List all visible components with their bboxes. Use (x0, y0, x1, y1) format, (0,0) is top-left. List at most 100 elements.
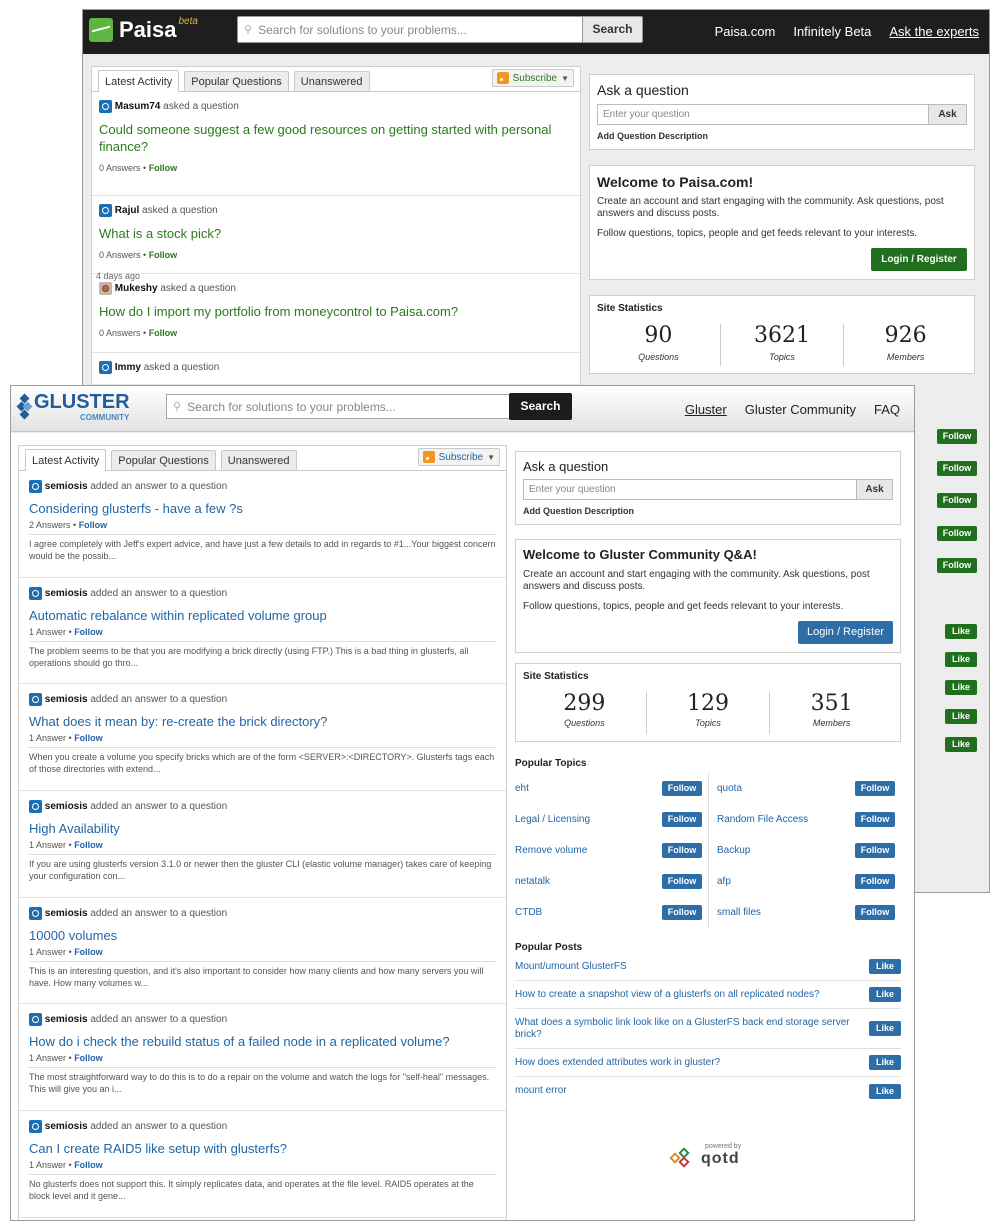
topic-link[interactable]: Random File Access (717, 814, 808, 825)
topic-link[interactable]: Legal / Licensing (515, 814, 590, 825)
user-name[interactable]: semiosis (45, 695, 88, 706)
follow-link[interactable]: Follow (79, 520, 108, 530)
follow-button[interactable]: Follow (662, 843, 702, 858)
question-link[interactable]: High Availability (29, 820, 496, 837)
like-button[interactable]: Like (869, 959, 901, 974)
nav-link-infinitely-beta[interactable]: Infinitely Beta (793, 24, 871, 39)
question-link[interactable]: What is a stock pick? (99, 225, 573, 242)
like-button[interactable]: Like (869, 1083, 901, 1099)
user-name[interactable]: Rajul (115, 205, 139, 216)
tab-latest-activity[interactable]: Latest Activity (98, 70, 180, 92)
like-button[interactable]: Like (945, 737, 977, 752)
answer-count[interactable]: 0 Answers (99, 328, 141, 338)
like-button[interactable]: Like (945, 709, 977, 724)
follow-button[interactable]: Follow (855, 874, 895, 889)
paisa-logo[interactable]: Paisa beta (89, 16, 202, 43)
search-button[interactable]: Search (582, 16, 643, 43)
nav-link-gluster[interactable]: Gluster (685, 402, 727, 417)
question-input[interactable]: Enter your question (597, 104, 929, 125)
user-name[interactable]: semiosis (45, 481, 88, 492)
follow-link[interactable]: Follow (74, 1053, 103, 1063)
follow-button[interactable]: Follow (662, 812, 702, 827)
like-button[interactable]: Like (945, 652, 977, 667)
answer-count[interactable]: 1 Answer (29, 627, 66, 637)
topic-link[interactable]: Backup (717, 845, 750, 856)
user-name[interactable]: semiosis (45, 1015, 88, 1026)
topic-link[interactable]: Remove volume (515, 845, 587, 856)
nav-link-ask-experts[interactable]: Ask the experts (889, 24, 979, 39)
follow-button[interactable]: Follow (855, 843, 895, 858)
login-register-button[interactable]: Login / Register (798, 621, 893, 644)
answer-count[interactable]: 1 Answer (29, 1053, 66, 1063)
follow-button[interactable]: Follow (937, 493, 977, 508)
search-input[interactable]: ⚲ Search for solutions to your problems.… (237, 16, 641, 43)
add-description-link[interactable]: Add Question Description (523, 506, 893, 516)
user-name[interactable]: semiosis (45, 588, 88, 599)
answer-count[interactable]: 1 Answer (29, 840, 66, 850)
user-name[interactable]: Mukeshy (115, 283, 158, 294)
topic-link[interactable]: CTDB (515, 907, 542, 918)
follow-button[interactable]: Follow (937, 526, 977, 541)
follow-button[interactable]: Follow (662, 905, 702, 920)
nav-link-gluster-community[interactable]: Gluster Community (745, 402, 856, 417)
topic-link[interactable]: small files (717, 907, 761, 918)
question-link[interactable]: How do i check the rebuild status of a f… (29, 1033, 496, 1050)
follow-button[interactable]: Follow (662, 874, 702, 889)
subscribe-button[interactable]: Subscribe ▼ (491, 69, 574, 87)
user-name[interactable]: semiosis (45, 801, 88, 812)
follow-link[interactable]: Follow (74, 947, 103, 957)
tab-unanswered[interactable]: Unanswered (220, 450, 297, 470)
topic-link[interactable]: afp (717, 876, 731, 887)
question-link[interactable]: How do I import my portfolio from moneyc… (99, 303, 573, 320)
follow-link[interactable]: Follow (74, 1160, 103, 1170)
follow-button[interactable]: Follow (937, 429, 977, 444)
powered-by-qotd[interactable]: powered by qotd (515, 1143, 901, 1173)
ask-button[interactable]: Ask (857, 479, 893, 500)
topic-link[interactable]: netatalk (515, 876, 550, 887)
follow-button[interactable]: Follow (937, 558, 977, 573)
nav-link-faq[interactable]: FAQ (874, 402, 900, 417)
post-link[interactable]: mount error (515, 1085, 855, 1097)
nav-link-paisa[interactable]: Paisa.com (715, 24, 776, 39)
topic-link[interactable]: quota (717, 783, 742, 794)
like-button[interactable]: Like (869, 1021, 901, 1036)
topic-link[interactable]: eht (515, 783, 529, 794)
answer-count[interactable]: 0 Answers (99, 163, 141, 173)
follow-link[interactable]: Follow (74, 840, 103, 850)
tab-latest-activity[interactable]: Latest Activity (25, 449, 107, 471)
follow-button[interactable]: Follow (662, 781, 702, 796)
answer-count[interactable]: 1 Answer (29, 1160, 66, 1170)
question-link[interactable]: Automatic rebalance within replicated vo… (29, 607, 496, 624)
follow-link[interactable]: Follow (74, 733, 103, 743)
tab-popular-questions[interactable]: Popular Questions (184, 71, 289, 91)
user-name[interactable]: semiosis (45, 1121, 88, 1132)
follow-link[interactable]: Follow (149, 250, 178, 260)
post-link[interactable]: How does extended attributes work in glu… (515, 1057, 855, 1069)
ask-button[interactable]: Ask (929, 104, 967, 125)
post-link[interactable]: How to create a snapshot view of a glust… (515, 989, 855, 1001)
post-link[interactable]: What does a symbolic link look like on a… (515, 1017, 855, 1041)
question-link[interactable]: Considering glusterfs - have a few ?s (29, 500, 496, 517)
follow-link[interactable]: Follow (149, 163, 178, 173)
like-button[interactable]: Like (945, 680, 977, 695)
follow-button[interactable]: Follow (855, 905, 895, 920)
tab-popular-questions[interactable]: Popular Questions (111, 450, 216, 470)
like-button[interactable]: Like (869, 1055, 901, 1070)
question-link[interactable]: What does it mean by: re-create the bric… (29, 713, 496, 730)
answer-count[interactable]: 1 Answer (29, 733, 66, 743)
add-description-link[interactable]: Add Question Description (597, 131, 967, 141)
like-button[interactable]: Like (945, 624, 977, 639)
question-link[interactable]: Could someone suggest a few good resourc… (99, 121, 573, 155)
user-name[interactable]: Masum74 (115, 101, 161, 112)
question-link[interactable]: Can I create RAID5 like setup with glust… (29, 1140, 496, 1157)
post-link[interactable]: Mount/umount GlusterFS (515, 961, 855, 973)
question-link[interactable]: 10000 volumes (29, 927, 496, 944)
like-button[interactable]: Like (869, 987, 901, 1002)
follow-button[interactable]: Follow (855, 781, 895, 796)
subscribe-button[interactable]: Subscribe ▼ (417, 448, 500, 466)
follow-link[interactable]: Follow (74, 627, 103, 637)
user-name[interactable]: Immy (115, 362, 141, 373)
follow-button[interactable]: Follow (937, 461, 977, 476)
answer-count[interactable]: 0 Answers (99, 250, 141, 260)
answer-count[interactable]: 2 Answers (29, 520, 71, 530)
